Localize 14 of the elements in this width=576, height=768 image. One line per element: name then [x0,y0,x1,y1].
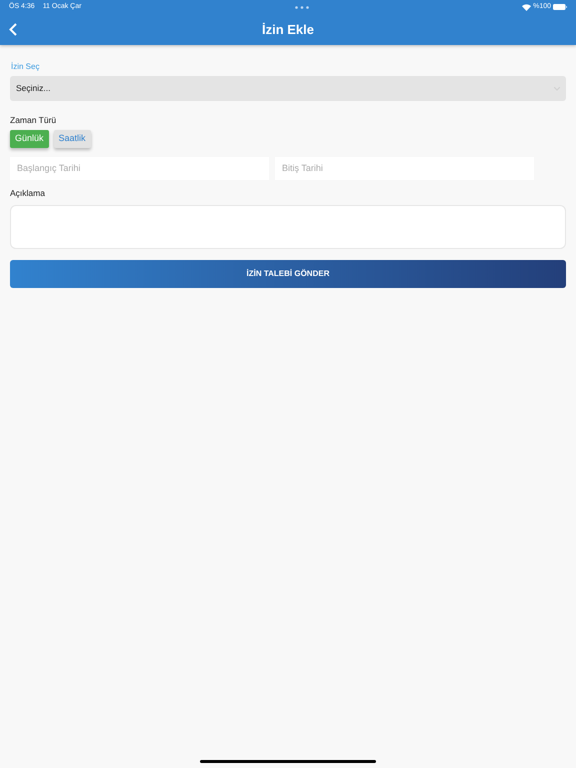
leave-type-dropdown[interactable]: Seçiniz... [10,76,566,101]
back-button[interactable] [8,22,18,36]
end-date-field[interactable]: Bitiş Tarihi [275,156,534,180]
page-title: İzin Ekle [262,20,314,39]
field-label: Açıklama [10,186,46,200]
start-date-field[interactable]: Başlangıç Tarihi [10,156,269,180]
more-dots-icon [294,6,309,8]
time-type-button[interactable]: Saatlik [54,130,91,148]
wifi-icon [522,4,532,10]
battery-icon [553,4,567,10]
submit-button[interactable]: İZİN TALEBİ GÖNDER [10,260,566,288]
field-label: İzin Seç [11,61,40,73]
field-label: Zaman Türü [10,114,58,127]
description-field[interactable] [10,204,566,248]
